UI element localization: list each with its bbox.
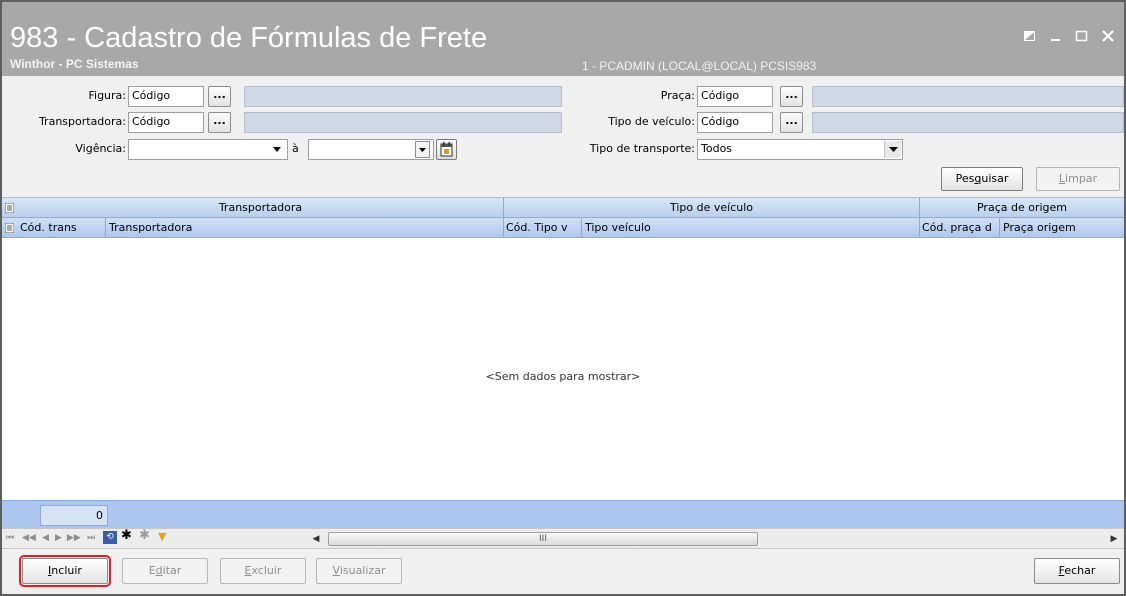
editar-button[interactable]: Editar <box>122 558 208 584</box>
record-count: 0 <box>40 505 108 526</box>
previous-page-icon[interactable]: ◀◀ <box>22 532 36 544</box>
tipo-veiculo-label: Tipo de veículo: <box>608 115 695 128</box>
first-page-icon[interactable]: ⏮ <box>6 532 14 544</box>
session-info: 1 - PCADMIN (LOCAL@LOCAL) PCSIS983 <box>582 59 817 73</box>
column-praca-origem[interactable]: Praça origem <box>1000 218 1124 238</box>
band-menu-icon[interactable] <box>2 198 18 218</box>
figura-code-input[interactable]: Código <box>128 86 204 107</box>
fechar-label: echar <box>1064 564 1096 577</box>
tipo-transporte-label: Tipo de transporte: <box>589 142 695 155</box>
figura-label: Figura: <box>88 89 126 102</box>
minimize-icon[interactable] <box>1048 28 1068 46</box>
column-tipo-veiculo[interactable]: Tipo veículo <box>582 218 920 238</box>
incluir-label: ncluir <box>51 564 82 577</box>
figura-search-button[interactable]: ... <box>208 86 231 107</box>
tipo-transporte-value: Todos <box>701 142 733 155</box>
incluir-button[interactable]: Incluir <box>19 555 111 587</box>
next-record-icon[interactable]: ▶ <box>55 532 62 544</box>
action-bar: Incluir Editar Excluir Visualizar Fechar <box>2 548 1124 594</box>
editar-accel: d <box>155 564 163 577</box>
band-praca-origem[interactable]: Praça de origem <box>920 198 1124 218</box>
tipo-veiculo-description-field <box>812 112 1124 133</box>
previous-record-icon[interactable]: ◀ <box>42 532 49 544</box>
empty-grid-message: <Sem dados para mostrar> <box>485 370 641 383</box>
column-cod-trans[interactable]: Cód. trans <box>18 218 106 238</box>
scroll-thumb[interactable]: III <box>328 532 758 546</box>
excluir-button[interactable]: Excluir <box>220 558 306 584</box>
date-dropdown-button[interactable] <box>415 141 430 158</box>
editar-label-b: itar <box>162 564 182 577</box>
transportadora-search-button[interactable]: ... <box>208 112 231 133</box>
window-title: 983 - Cadastro de Fórmulas de Frete <box>10 22 488 54</box>
restore-icon[interactable] <box>1022 28 1042 46</box>
tipo-veiculo-code-input[interactable]: Código <box>697 112 773 133</box>
column-transportadora[interactable]: Transportadora <box>106 218 504 238</box>
filter-icon[interactable]: ▼ <box>158 531 166 543</box>
column-menu-icon[interactable] <box>2 218 18 238</box>
praca-search-button[interactable]: ... <box>780 86 803 107</box>
column-cod-tipo-veiculo[interactable]: Cód. Tipo v <box>504 218 582 238</box>
navigator-bar: ⏮ ◀◀ ◀ ▶ ▶▶ ⏭ ⟲ ✱ ✱ ▼ ◀ III ▶ <box>2 528 1124 548</box>
transportadora-code-input[interactable]: Código <box>128 112 204 133</box>
limpar-label: impar <box>1065 172 1098 185</box>
band-transportadora[interactable]: Transportadora <box>18 198 504 218</box>
visualizar-accel: V <box>332 564 340 577</box>
visualizar-label: isualizar <box>339 564 386 577</box>
visualizar-button[interactable]: Visualizar <box>316 558 402 584</box>
transportadora-label: Transportadora: <box>38 115 126 128</box>
horizontal-scrollbar[interactable]: ◀ III ▶ <box>308 532 1122 546</box>
vigencia-separator: à <box>292 142 299 155</box>
filter-panel: Figura: Código ... Transportadora: Códig… <box>2 76 1124 198</box>
maximize-icon[interactable] <box>1074 28 1094 46</box>
calendar-button[interactable] <box>436 139 457 160</box>
vigencia-label: Vigência: <box>75 142 126 155</box>
grid-band-row: Transportadora Tipo de veículo Praça de … <box>2 198 1124 218</box>
last-page-icon[interactable]: ⏭ <box>87 532 95 544</box>
pesquisar-button[interactable]: Pesquisar <box>941 167 1023 191</box>
next-page-icon[interactable]: ▶▶ <box>67 532 81 544</box>
vigencia-start-date[interactable] <box>128 139 288 160</box>
copy-record-icon[interactable]: ✱ <box>139 529 150 542</box>
chevron-down-icon <box>419 148 426 152</box>
calendar-icon <box>440 142 453 157</box>
tipo-transporte-select[interactable]: Todos <box>697 139 903 160</box>
praca-code-input[interactable]: Código <box>697 86 773 107</box>
refresh-icon[interactable]: ⟲ <box>103 531 117 544</box>
editar-label-a: E <box>148 564 156 577</box>
praca-description-field <box>812 86 1124 107</box>
tipo-transporte-dropdown-button[interactable] <box>884 141 901 158</box>
excluir-label: xcluir <box>251 564 282 577</box>
grid-column-row: Cód. trans Transportadora Cód. Tipo v Ti… <box>2 218 1124 238</box>
scroll-thumb-grip: III <box>539 534 547 544</box>
grid-footer: 0 <box>2 500 1124 528</box>
close-icon[interactable] <box>1100 28 1120 46</box>
scroll-left-icon[interactable]: ◀ <box>308 532 324 546</box>
pesquisar-label-a: Pes <box>955 172 975 185</box>
title-bar[interactable]: 983 - Cadastro de Fórmulas de Frete Wint… <box>2 2 1124 76</box>
figura-description-field <box>244 86 562 107</box>
limpar-button[interactable]: Limpar <box>1036 167 1120 191</box>
scroll-right-icon[interactable]: ▶ <box>1106 532 1122 546</box>
fechar-button[interactable]: Fechar <box>1034 558 1120 584</box>
pesquisar-label-b: uisar <box>981 172 1009 185</box>
transportadora-description-field <box>244 112 562 133</box>
insert-record-icon[interactable]: ✱ <box>121 529 132 542</box>
praca-label: Praça: <box>660 89 695 102</box>
tipo-veiculo-search-button[interactable]: ... <box>780 112 803 133</box>
band-tipo-veiculo[interactable]: Tipo de veículo <box>504 198 920 218</box>
main-window: 983 - Cadastro de Fórmulas de Frete Wint… <box>0 0 1126 596</box>
column-cod-praca[interactable]: Cód. praça d <box>920 218 1000 238</box>
dropdown-arrow-icon <box>273 147 281 152</box>
results-grid[interactable]: Transportadora Tipo de veículo Praça de … <box>2 198 1124 528</box>
window-subtitle: Winthor - PC Sistemas <box>10 57 139 71</box>
chevron-down-icon <box>889 147 898 152</box>
